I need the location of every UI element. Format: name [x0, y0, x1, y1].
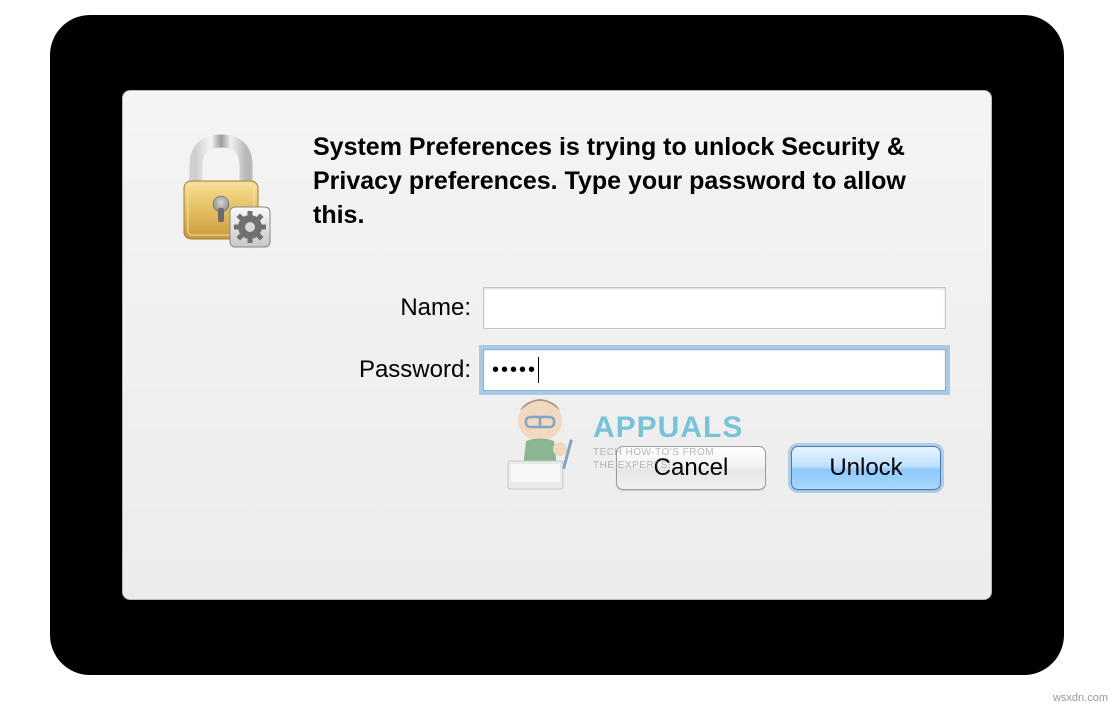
dialog-icon-area: [168, 131, 278, 490]
dialog-text-area: System Preferences is trying to unlock S…: [313, 131, 946, 490]
auth-dialog: System Preferences is trying to unlock S…: [122, 90, 992, 600]
name-input[interactable]: [483, 287, 946, 329]
name-row: Name:: [313, 287, 946, 329]
attribution-text: wsxdn.com: [1053, 692, 1108, 704]
lock-icon: [168, 131, 278, 251]
dialog-buttons: Cancel Unlock: [313, 446, 946, 490]
password-label: Password:: [313, 356, 483, 384]
password-input[interactable]: •••••: [483, 349, 946, 391]
unlock-button[interactable]: Unlock: [791, 446, 941, 490]
screenshot-frame: System Preferences is trying to unlock S…: [50, 15, 1064, 675]
name-label: Name:: [313, 294, 483, 322]
password-row: Password: •••••: [313, 349, 946, 391]
cancel-button[interactable]: Cancel: [616, 446, 766, 490]
text-cursor: [538, 357, 539, 383]
dialog-message: System Preferences is trying to unlock S…: [313, 131, 946, 232]
dialog-body: System Preferences is trying to unlock S…: [168, 131, 946, 490]
password-value: •••••: [492, 359, 537, 382]
